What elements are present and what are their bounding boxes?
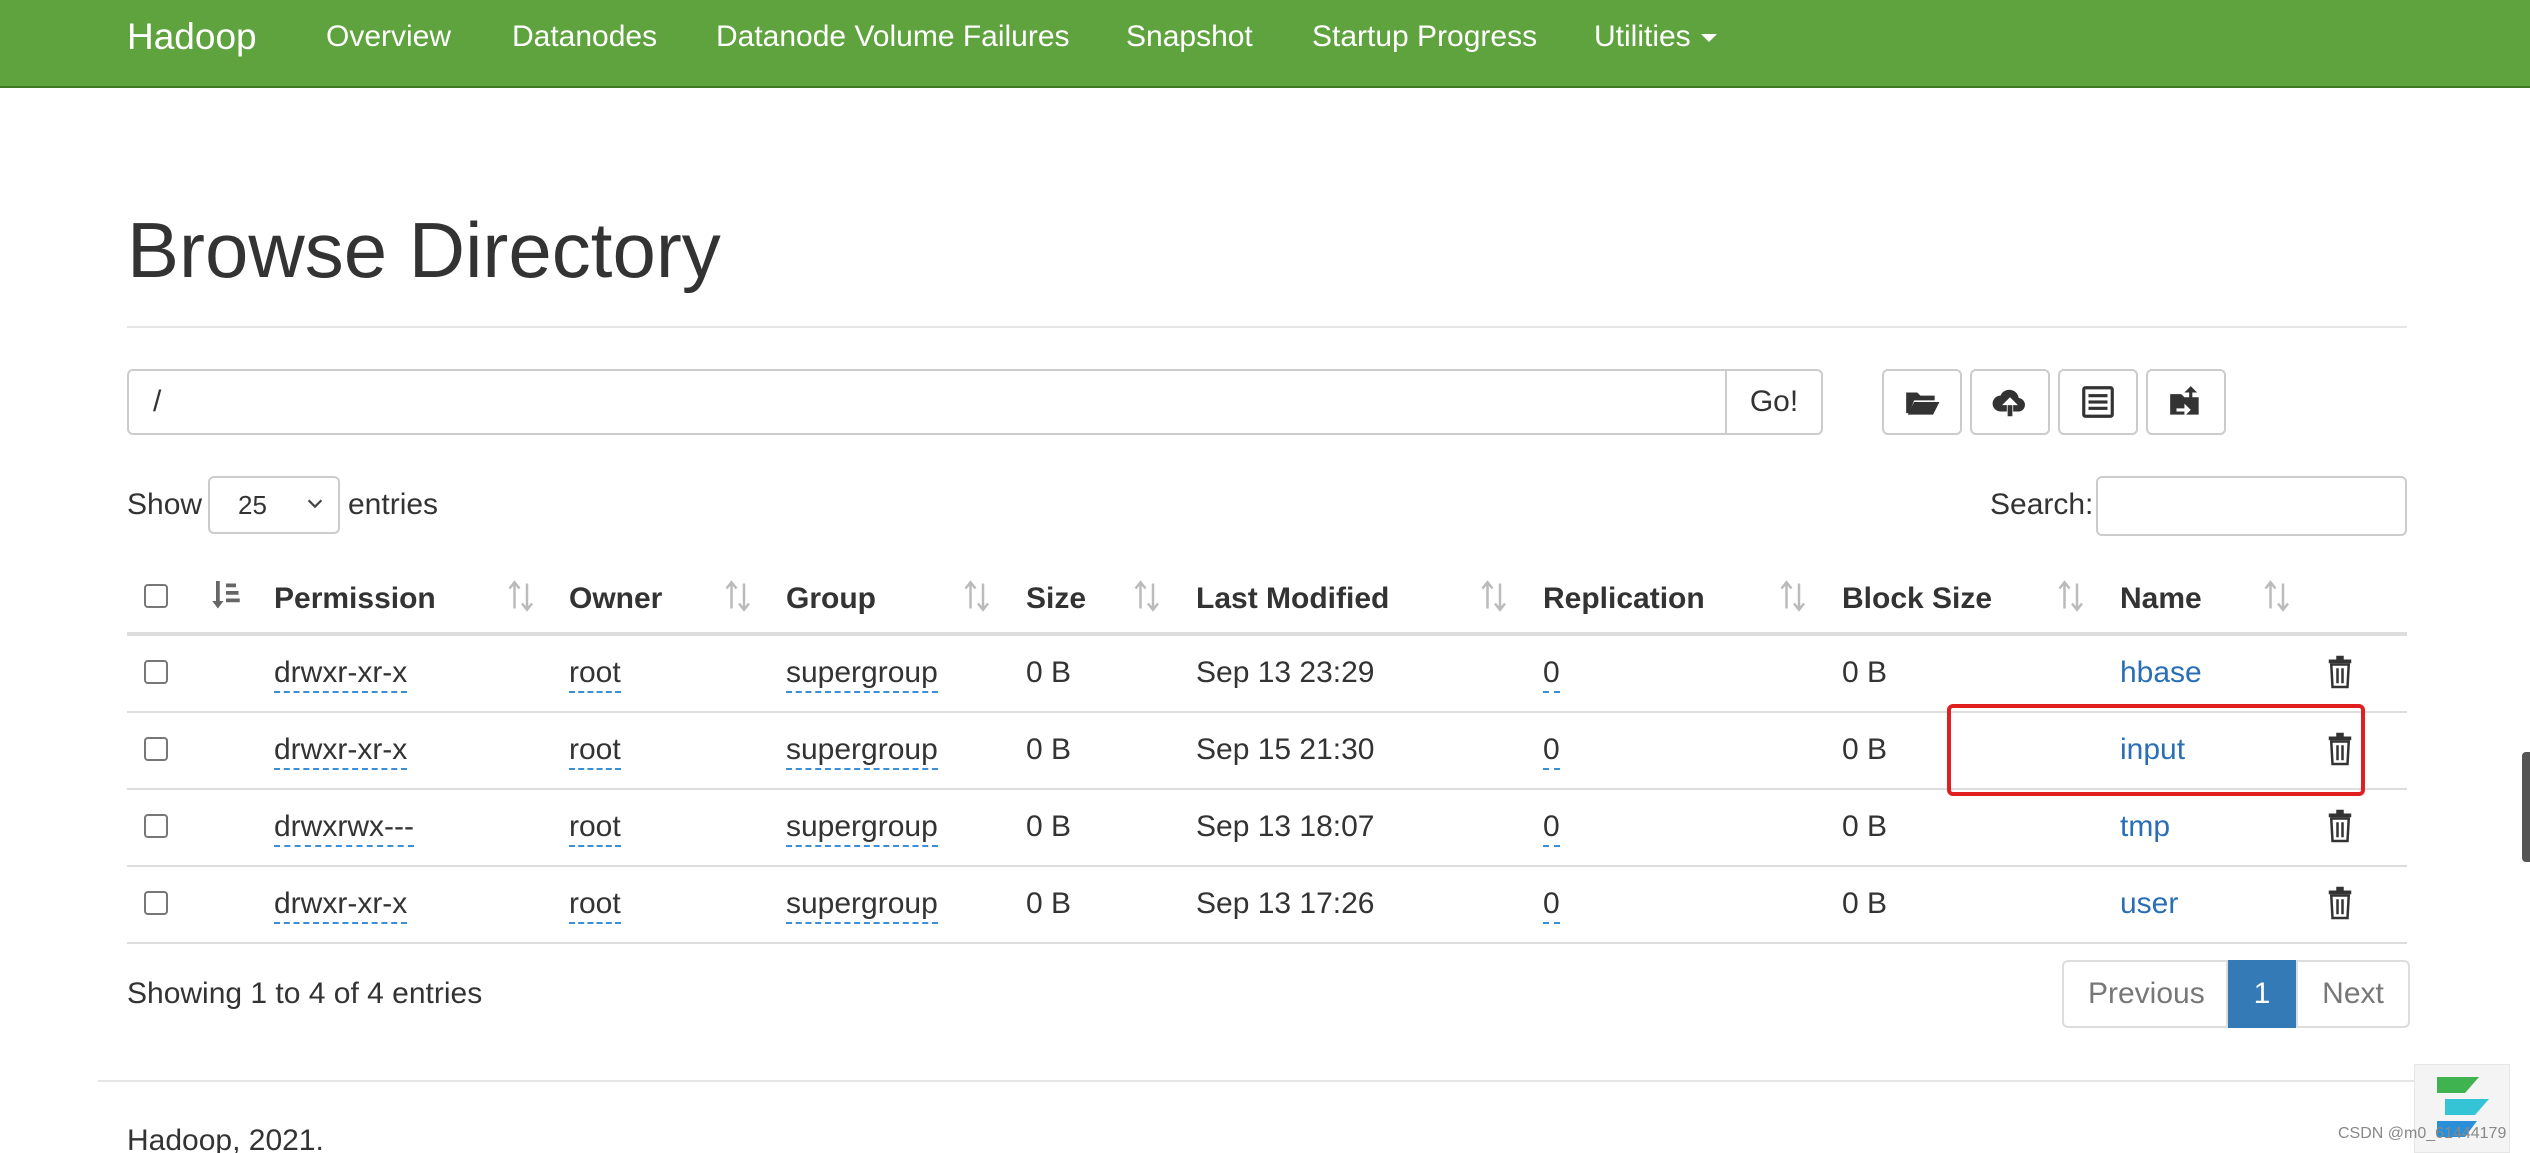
nav-utilities-dropdown[interactable]: Utilities [1594,20,1717,54]
sort-ascending-icon[interactable] [211,578,241,614]
owner-cell[interactable]: root [569,656,621,693]
table-row: drwxr-xr-x root supergroup 0 B Sep 13 23… [127,636,2407,713]
modified-cell: Sep 13 18:07 [1196,810,1375,843]
size-cell: 0 B [1026,656,1072,689]
entries-per-page-select[interactable]: 25 [208,476,340,534]
header-last-modified[interactable]: Last Modified [1196,582,1389,616]
caret-down-icon [1700,34,1717,43]
header-owner[interactable]: Owner [569,582,662,616]
name-link[interactable]: tmp [2120,810,2170,844]
next-page-button[interactable]: Next [2296,960,2410,1028]
header-name[interactable]: Name [2120,582,2202,616]
size-cell: 0 B [1026,887,1072,920]
permission-cell[interactable]: drwxr-xr-x [274,656,408,693]
header-permission[interactable]: Permission [274,582,436,616]
trash-icon[interactable] [2325,885,2355,921]
group-cell[interactable]: supergroup [786,810,938,847]
show-label: Show [127,488,203,521]
folder-upload-icon [2170,386,2199,417]
header-replication[interactable]: Replication [1543,582,1705,616]
entries-selected-value: 25 [238,490,267,520]
title-divider [127,326,2407,328]
permission-cell[interactable]: drwxr-xr-x [274,887,408,924]
table-row: drwxr-xr-x root supergroup 0 B Sep 13 17… [127,867,2407,944]
folder-open-icon [1906,392,1940,415]
group-cell[interactable]: supergroup [786,656,938,693]
block-size-cell: 0 B [1842,887,1888,920]
modified-cell: Sep 15 21:30 [1196,733,1375,766]
watermark-text: CSDN @m0_61444179 [2338,1125,2507,1142]
owner-cell[interactable]: root [569,810,621,847]
row-checkbox[interactable] [144,891,168,915]
move-directory-button[interactable] [2146,369,2226,435]
replication-cell[interactable]: 0 [1543,733,1560,770]
header-size[interactable]: Size [1026,582,1086,616]
table-header-row: Permission Owner Group Size Last Modifie… [127,560,2407,636]
replication-cell[interactable]: 0 [1543,887,1560,924]
modified-cell: Sep 13 23:29 [1196,656,1375,689]
go-button[interactable]: Go! [1725,369,1823,435]
owner-cell[interactable]: root [569,887,621,924]
nav-overview[interactable]: Overview [326,20,451,54]
page-1-button[interactable]: 1 [2228,960,2296,1028]
search-label: Search: [1990,488,2094,521]
nav-snapshot[interactable]: Snapshot [1126,20,1253,54]
nav-datanodes[interactable]: Datanodes [512,20,657,54]
pagination: Previous 1 Next [2062,960,2410,1028]
nav-datanode-volume-failures[interactable]: Datanode Volume Failures [716,20,1070,54]
cut-paste-button[interactable] [2058,369,2138,435]
sort-icon[interactable] [2263,578,2293,614]
block-size-cell: 0 B [1842,810,1888,843]
row-checkbox[interactable] [144,737,168,761]
footer-text: Hadoop, 2021. [127,1124,324,1153]
table-row: drwxrwx--- root supergroup 0 B Sep 13 18… [127,790,2407,867]
chevron-down-icon [307,499,323,509]
size-cell: 0 B [1026,810,1072,843]
header-group[interactable]: Group [786,582,876,616]
trash-icon[interactable] [2325,654,2355,690]
brand-link[interactable]: Hadoop [127,16,257,58]
table-info: Showing 1 to 4 of 4 entries [127,977,483,1010]
trash-icon[interactable] [2325,808,2355,844]
size-cell: 0 B [1026,733,1072,766]
scrollbar-thumb[interactable] [2522,752,2530,862]
nav-utilities-label: Utilities [1594,20,1691,53]
sort-icon[interactable] [1480,578,1510,614]
previous-page-button[interactable]: Previous [2062,960,2228,1028]
entries-label: entries [348,488,439,521]
sort-icon[interactable] [724,578,754,614]
row-checkbox[interactable] [144,814,168,838]
cloud-upload-icon [1992,389,2025,417]
owner-cell[interactable]: root [569,733,621,770]
permission-cell[interactable]: drwxrwx--- [274,810,414,847]
replication-cell[interactable]: 0 [1543,656,1560,693]
annotation-highlight-box [1947,704,2365,796]
group-cell[interactable]: supergroup [786,733,938,770]
modified-cell: Sep 13 17:26 [1196,887,1375,920]
sort-icon[interactable] [2057,578,2087,614]
permission-cell[interactable]: drwxr-xr-x [274,733,408,770]
page-title: Browse Directory [127,206,721,294]
nav-startup-progress[interactable]: Startup Progress [1312,20,1537,54]
block-size-cell: 0 B [1842,733,1888,766]
sort-icon[interactable] [507,578,537,614]
group-cell[interactable]: supergroup [786,887,938,924]
name-link[interactable]: user [2120,887,2178,921]
list-icon [2082,386,2114,418]
sort-icon[interactable] [963,578,993,614]
name-link[interactable]: hbase [2120,656,2202,690]
select-all-checkbox[interactable] [144,584,168,608]
block-size-cell: 0 B [1842,656,1888,689]
footer-divider [98,1080,2510,1082]
upload-files-button[interactable] [1970,369,2050,435]
replication-cell[interactable]: 0 [1543,810,1560,847]
directory-path-input[interactable]: / [127,369,1727,435]
sort-icon[interactable] [1133,578,1163,614]
create-directory-button[interactable] [1882,369,1962,435]
top-navbar: Hadoop Overview Datanodes Datanode Volum… [0,0,2530,88]
row-checkbox[interactable] [144,660,168,684]
search-input[interactable] [2096,476,2407,536]
header-block-size[interactable]: Block Size [1842,582,1992,616]
sort-icon[interactable] [1779,578,1809,614]
